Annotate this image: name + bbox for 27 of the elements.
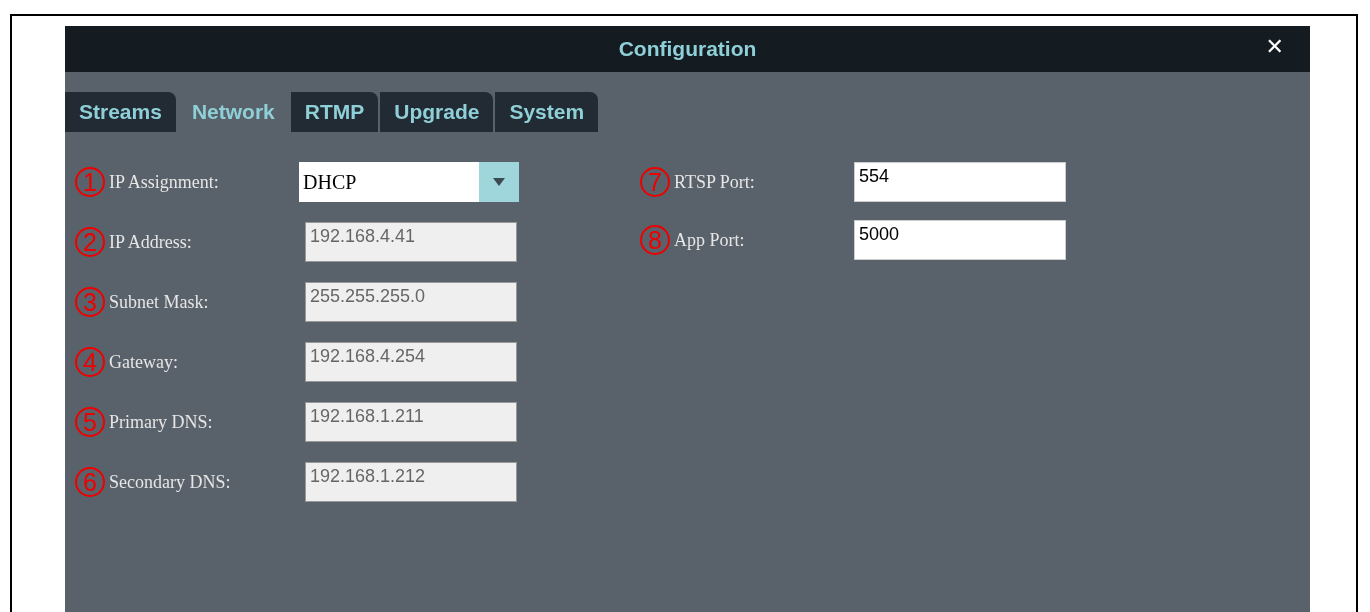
- field-label: Subnet Mask:: [109, 291, 210, 313]
- tab[interactable]: Streams: [65, 92, 176, 132]
- tab[interactable]: System: [495, 92, 599, 132]
- callout-number: 4: [75, 347, 105, 377]
- tab[interactable]: Upgrade: [380, 92, 494, 132]
- caret-icon: [492, 177, 506, 187]
- window-title: Configuration: [618, 37, 757, 61]
- field-label: IP Address:: [109, 231, 193, 253]
- field-label: Gateway:: [109, 351, 179, 373]
- input-field[interactable]: 5000: [854, 220, 1066, 260]
- field-label: Secondary DNS:: [109, 471, 232, 493]
- callout-number: 6: [75, 467, 105, 497]
- callout-number: 3: [75, 287, 105, 317]
- callout-number: 2: [75, 227, 105, 257]
- callout-number: 8: [640, 225, 670, 255]
- field-label: App Port:: [674, 229, 746, 251]
- close-button[interactable]: ✕: [1265, 34, 1284, 59]
- tab[interactable]: RTMP: [290, 92, 379, 132]
- callout-number: 7: [640, 167, 670, 197]
- callout-number: 1: [75, 167, 105, 197]
- input-field[interactable]: 554: [854, 162, 1066, 202]
- field-label: Primary DNS:: [109, 411, 214, 433]
- tab[interactable]: Network: [177, 92, 289, 132]
- callout-number: 5: [75, 407, 105, 437]
- dropdown[interactable]: DHCP: [299, 162, 519, 202]
- field-label: RTSP Port:: [674, 171, 756, 193]
- field-label: IP Assignment:: [109, 171, 220, 193]
